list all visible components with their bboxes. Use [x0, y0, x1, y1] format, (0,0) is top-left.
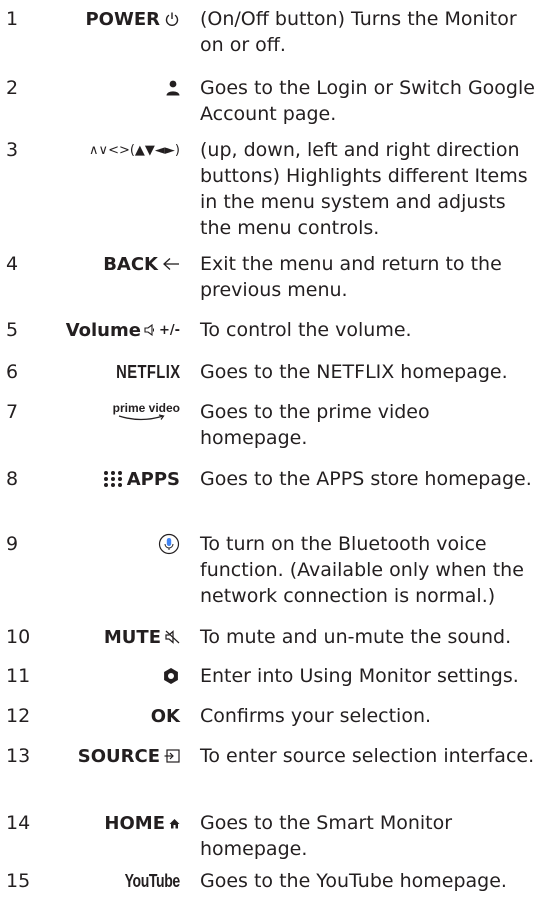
youtube-logo: YouTube	[124, 870, 181, 891]
row-number: 6	[6, 361, 19, 383]
key-label: prime video	[113, 399, 180, 425]
key-label: MUTE	[104, 624, 180, 650]
prime-video-text: prime video	[112, 401, 180, 415]
mute-icon	[165, 630, 180, 644]
row-number: 1	[6, 8, 19, 30]
row-number: 11	[6, 665, 31, 687]
row-number: 9	[6, 533, 19, 555]
row-number: 8	[6, 468, 19, 490]
remote-control-key-table: 1 POWER (On/Off button) Turns the Monito…	[0, 0, 535, 899]
home-icon	[169, 818, 180, 829]
row-number: 3	[6, 139, 19, 161]
row-number: 2	[6, 77, 19, 99]
description: To mute and un-mute the sound.	[200, 626, 512, 648]
mute-label: MUTE	[103, 626, 161, 648]
description: Goes to the NETFLIX homepage.	[200, 361, 508, 383]
key-label: BACK	[103, 251, 180, 277]
power-label: POWER	[85, 8, 160, 30]
apps-label: APPS	[126, 468, 180, 490]
description: To turn on the Bluetooth voice function.…	[200, 533, 524, 607]
back-arrow-icon	[162, 257, 180, 271]
source-label: SOURCE	[77, 745, 160, 767]
settings-icon	[162, 667, 180, 685]
ok-label: OK	[150, 705, 180, 727]
microphone-icon	[158, 533, 180, 555]
key-label: YouTube	[109, 868, 181, 894]
key-label: NETFLIX	[102, 359, 181, 385]
apps-grid-icon	[103, 470, 123, 488]
row-number: 4	[6, 253, 19, 275]
prime-video-logo: prime video	[113, 401, 180, 423]
key-label: OK	[151, 703, 180, 729]
speaker-icon	[144, 324, 156, 336]
description: (On/Off button) Turns the Monitor on or …	[200, 8, 517, 56]
netflix-logo: NETFLIX	[115, 361, 180, 382]
direction-buttons-label: ∧∨<>(▲▼◄►)	[89, 142, 180, 158]
description: Exit the menu and return to the previous…	[200, 253, 502, 301]
row-number: 5	[6, 319, 19, 341]
key-label	[166, 75, 180, 101]
volume-plus-minus: +/-	[158, 322, 180, 338]
row-number: 12	[6, 705, 31, 727]
description: (up, down, left and right direction butt…	[200, 139, 528, 239]
key-label	[158, 531, 180, 557]
key-label: SOURCE	[78, 743, 180, 769]
key-label: Volume +/-	[66, 317, 180, 343]
row-number: 10	[6, 626, 31, 648]
source-input-icon	[164, 748, 180, 764]
key-label: POWER	[85, 6, 180, 32]
description: To enter source selection interface.	[200, 745, 535, 767]
key-label: APPS	[103, 466, 180, 492]
description: Goes to the YouTube homepage.	[200, 870, 507, 892]
power-icon	[164, 11, 180, 27]
key-label	[162, 663, 180, 689]
row-number: 15	[6, 870, 31, 892]
volume-label: Volume	[65, 319, 141, 341]
description: Enter into Using Monitor settings.	[200, 665, 519, 687]
person-icon	[166, 80, 180, 96]
row-number: 13	[6, 745, 31, 767]
description: Goes to the Login or Switch Google Accou…	[200, 77, 535, 125]
row-number: 7	[6, 401, 19, 423]
home-label: HOME	[104, 812, 165, 834]
description: Goes to the APPS store homepage.	[200, 468, 532, 490]
description: Confirms your selection.	[200, 705, 432, 727]
key-label: ∧∨<>(▲▼◄►)	[89, 137, 180, 163]
row-number: 14	[6, 812, 31, 834]
back-label: BACK	[103, 253, 158, 275]
description: Goes to the Smart Monitor homepage.	[200, 812, 453, 860]
description: Goes to the prime video homepage.	[200, 401, 430, 449]
description: To control the volume.	[200, 319, 412, 341]
key-label: HOME	[104, 810, 180, 836]
